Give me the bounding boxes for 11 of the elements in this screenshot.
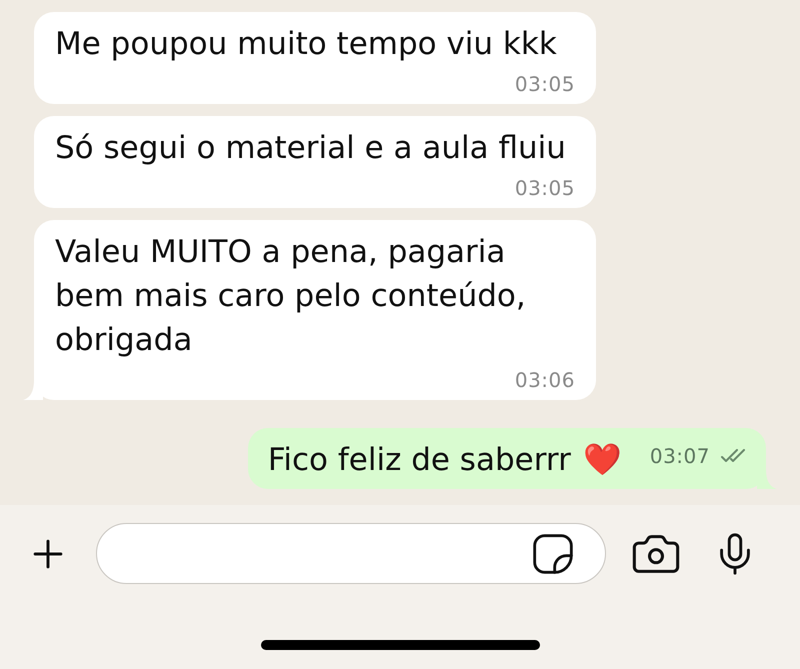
message-time: 03:06 (514, 367, 575, 393)
message-text: Valeu MUITO a pena, pagaria bem mais caro pelo conteúdo, obrigada (55, 233, 527, 360)
message-text: Só segui o material e a aula fluiu (55, 129, 566, 168)
sticker-icon (533, 534, 573, 574)
message-text: Fico feliz de saberrr (268, 441, 571, 480)
message-text: Me poupou muito tempo viu kkk (55, 25, 557, 64)
message-time: 03:07 (650, 443, 710, 469)
message-time: 03:05 (514, 175, 575, 201)
heart-emoji: ❤ (582, 441, 622, 480)
message-time: 03:05 (514, 71, 575, 97)
sticker-button[interactable] (533, 534, 573, 574)
